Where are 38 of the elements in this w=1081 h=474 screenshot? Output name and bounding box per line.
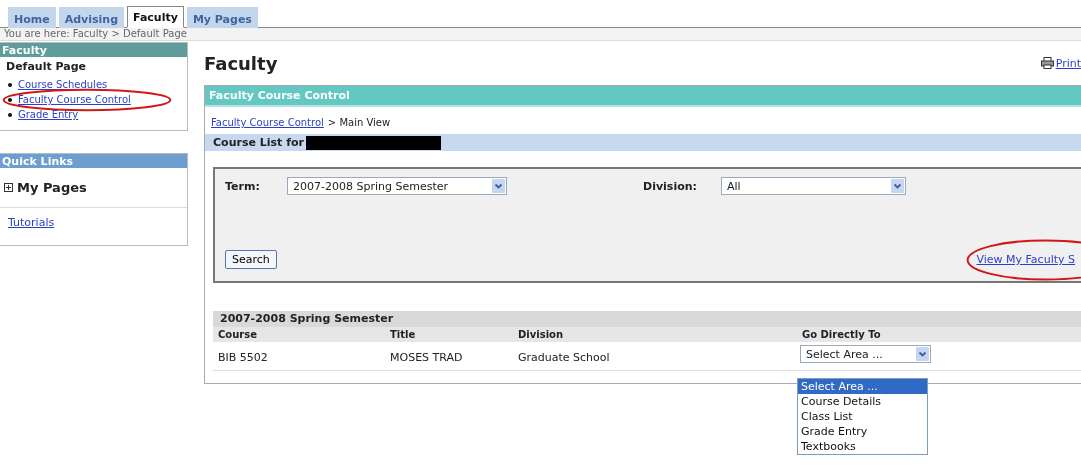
term-label: Term: [225,179,261,193]
results-heading: 2007-2008 Spring Semester [213,311,1081,327]
path-link[interactable]: Faculty Course Control [211,117,324,128]
nav-tab[interactable]: Home [8,7,56,28]
division-label: Division: [643,179,698,193]
nav-tab[interactable]: My Pages [186,7,258,28]
table-cell: MOSES TRAD [385,342,513,371]
dropdown-option[interactable]: Select Area ... [798,379,927,394]
table-cell: Graduate School [513,342,797,371]
sidebar-link[interactable]: Grade Entry [18,109,79,120]
term-select[interactable]: 2007-2008 Spring Semester [287,177,507,195]
breadcrumb: You are here: Faculty > Default Page [0,28,1081,41]
column-header: Go Directly To [797,327,1081,342]
sidebar-subtitle: Default Page [5,59,87,75]
nav-tab[interactable]: Advising [58,7,125,28]
sidebar-link[interactable]: Tutorials [8,216,55,229]
expand-icon[interactable] [4,183,13,192]
panel-title: Faculty Course Control [205,86,1081,107]
search-button[interactable]: Search [225,250,277,269]
sidebar-title: Faculty [0,43,187,57]
course-list-title: Course List for [213,136,304,149]
division-select[interactable]: All [721,177,906,195]
quick-links-title: Quick Links [0,154,187,168]
bullet-icon [8,97,12,102]
sidebar-link[interactable]: Course Schedules [18,79,108,90]
nav-tab[interactable]: Faculty [127,6,184,28]
group-label[interactable]: My Pages [17,180,87,195]
table-cell: BIB 5502 [213,342,385,371]
page-title: Faculty [204,52,278,74]
column-header: Division [513,327,797,342]
column-header: Course [213,327,385,342]
bullet-icon [8,82,12,87]
column-header: Title [385,327,513,342]
area-select[interactable]: Select Area ... [800,345,931,363]
path-text: > Main View [327,117,391,128]
bullet-icon [8,112,12,117]
printer-icon[interactable] [1040,57,1054,69]
print-link[interactable]: Print [1055,56,1081,70]
